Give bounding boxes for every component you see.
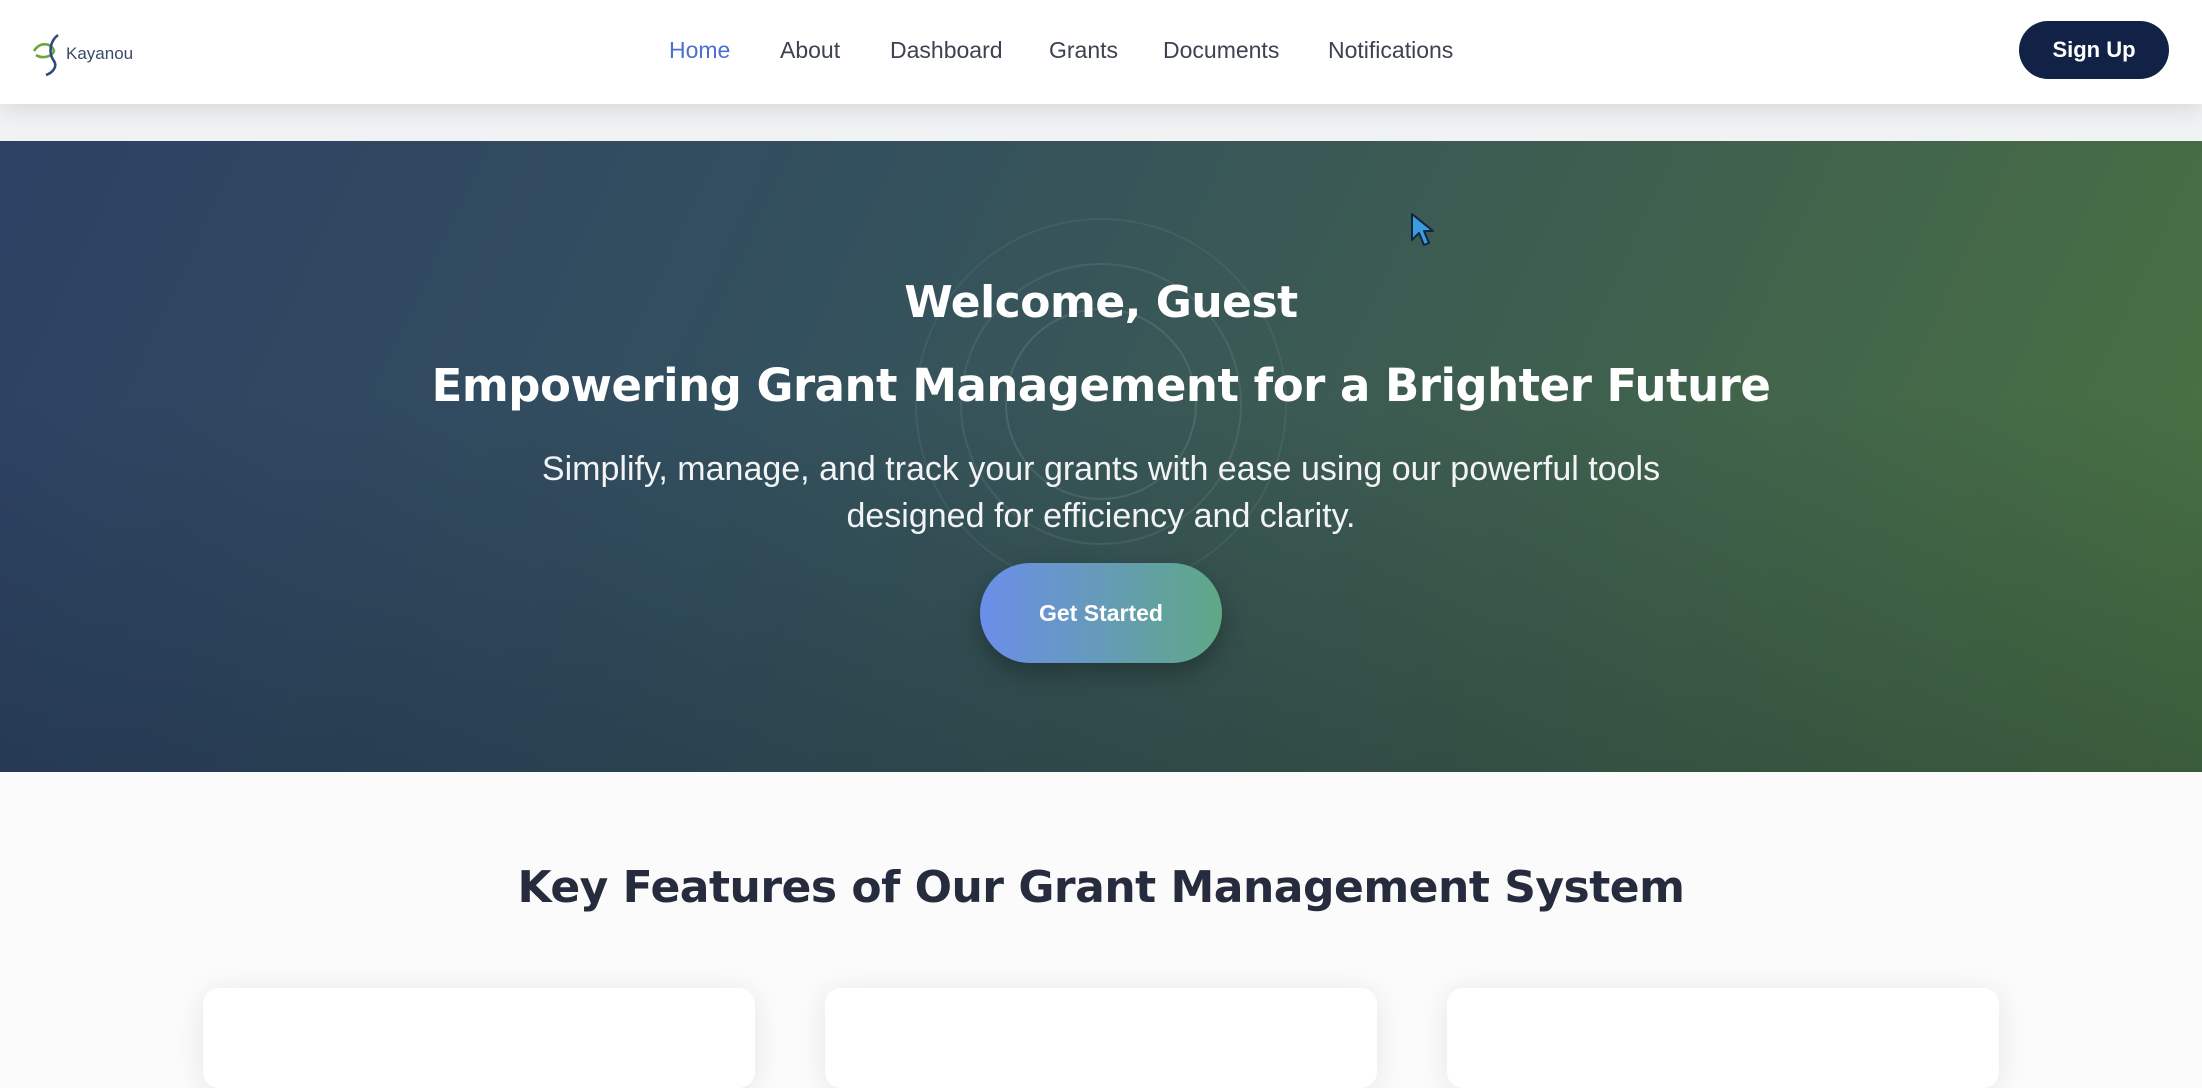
nav-home[interactable]: Home (669, 37, 730, 64)
feature-card[interactable] (203, 988, 755, 1088)
hero-content: Welcome, Guest Empowering Grant Manageme… (0, 141, 2202, 772)
hero-subtitle: Simplify, manage, and track your grants … (541, 450, 1661, 535)
get-started-button[interactable]: Get Started (980, 563, 1222, 663)
signup-button[interactable]: Sign Up (2019, 21, 2169, 79)
nav-grants[interactable]: Grants (1049, 37, 1118, 64)
feature-card[interactable] (1447, 988, 1999, 1088)
hero-section: Welcome, Guest Empowering Grant Manageme… (0, 141, 2202, 772)
nav-dashboard[interactable]: Dashboard (890, 37, 1003, 64)
header-spacer (0, 104, 2202, 141)
top-navbar: Kayanou Home About Dashboard Grants Docu… (0, 0, 2202, 104)
mouse-cursor-icon (1411, 213, 1434, 246)
nav-about[interactable]: About (780, 37, 840, 64)
feature-card[interactable] (825, 988, 1377, 1088)
nav-documents[interactable]: Documents (1163, 37, 1279, 64)
welcome-heading: Welcome, Guest (904, 277, 1298, 328)
nav-notifications[interactable]: Notifications (1328, 37, 1453, 64)
features-title: Key Features of Our Grant Management Sys… (517, 862, 1685, 913)
main-nav: Home About Dashboard Grants Documents No… (0, 0, 2202, 104)
hero-tagline: Empowering Grant Management for a Bright… (431, 359, 1771, 412)
